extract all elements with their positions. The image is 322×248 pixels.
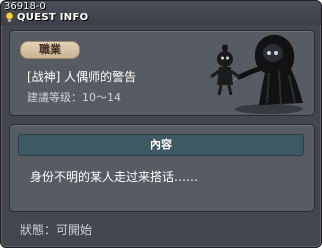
title-bar[interactable]: 36918-0 QUEST INFO [1,1,321,25]
recommended-level: 建議等级：10～14 [27,91,121,104]
content-header: 內容 [18,134,304,156]
quest-name: [战神] 人偶师的警告 [27,70,137,84]
lightbulb-icon [5,12,14,23]
npc-puppeteer-portrait [210,34,303,114]
content-header-label: 內容 [150,138,172,151]
quest-id: 36918-0 [4,1,46,12]
quest-content-panel: 內容 身份不明的某人走过来搭话…… [9,124,315,212]
job-tab-label: 職業 [39,43,61,56]
quest-info-window: 36918-0 QUEST INFO 職業 [战神] 人偶师的警告 建議等级：1… [0,0,322,248]
quest-status: 狀態：可開始 [20,223,93,237]
content-description: 身份不明的某人走过来搭话…… [30,170,199,184]
window-title: QUEST INFO [17,12,89,23]
job-tab[interactable]: 職業 [20,41,80,59]
